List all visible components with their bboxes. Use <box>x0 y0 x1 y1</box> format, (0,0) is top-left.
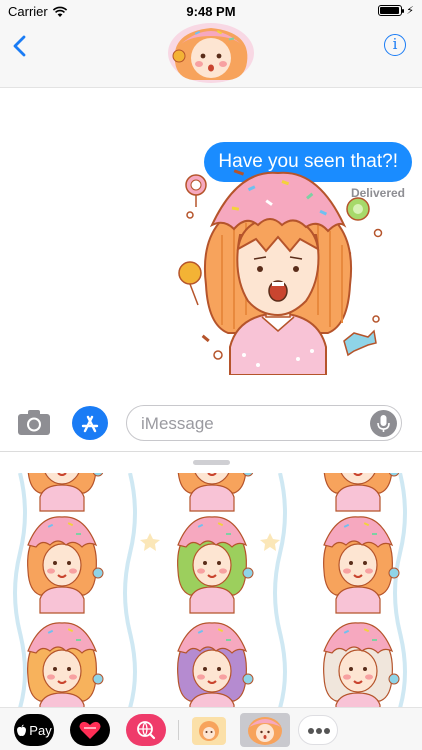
sticker-grid <box>13 473 407 707</box>
apple-logo-icon <box>17 724 27 736</box>
charging-icon: ⚡ <box>406 5 414 17</box>
drawer-grab-handle[interactable] <box>193 460 230 465</box>
conversation-header: i <box>0 22 422 88</box>
info-icon[interactable]: i <box>384 34 406 56</box>
microphone-button[interactable] <box>370 410 397 437</box>
sticker-option <box>176 621 254 707</box>
sticker-option <box>26 515 104 614</box>
sticker-drawer <box>0 451 422 707</box>
sticker-option <box>26 621 104 707</box>
sticker-option <box>322 621 400 707</box>
message-input[interactable]: iMessage <box>126 405 402 441</box>
sticker-app-icon <box>248 717 282 745</box>
sticker-app-selected[interactable] <box>240 713 290 747</box>
battery-icon <box>378 5 405 16</box>
sticker-app-icon-alt[interactable] <box>190 713 228 747</box>
images-search-button[interactable] <box>126 714 166 746</box>
status-bar: Carrier 9:48 PM ⚡ <box>0 0 422 22</box>
microphone-icon <box>377 415 390 432</box>
status-time: 9:48 PM <box>186 4 236 19</box>
contact-avatar[interactable] <box>167 22 255 84</box>
ellipsis-icon <box>308 728 330 734</box>
app-store-button[interactable] <box>72 406 108 440</box>
app-store-icon <box>81 415 99 433</box>
sticker-option <box>176 515 254 614</box>
strip-divider <box>178 720 179 740</box>
status-right: ⚡ <box>378 4 414 17</box>
message-input-placeholder: iMessage <box>141 414 214 433</box>
camera-icon[interactable] <box>17 408 51 436</box>
globe-search-icon <box>137 721 156 740</box>
more-apps-button[interactable] <box>298 715 338 745</box>
back-chevron-icon[interactable] <box>10 34 32 58</box>
sent-sticker[interactable] <box>178 165 388 375</box>
apple-pay-button[interactable]: Pay <box>14 714 54 746</box>
sticker-option <box>322 515 400 614</box>
app-strip: Pay <box>0 707 422 750</box>
heart-icon <box>79 721 101 739</box>
digital-touch-button[interactable] <box>70 714 110 746</box>
apple-pay-label: Pay <box>29 722 52 738</box>
